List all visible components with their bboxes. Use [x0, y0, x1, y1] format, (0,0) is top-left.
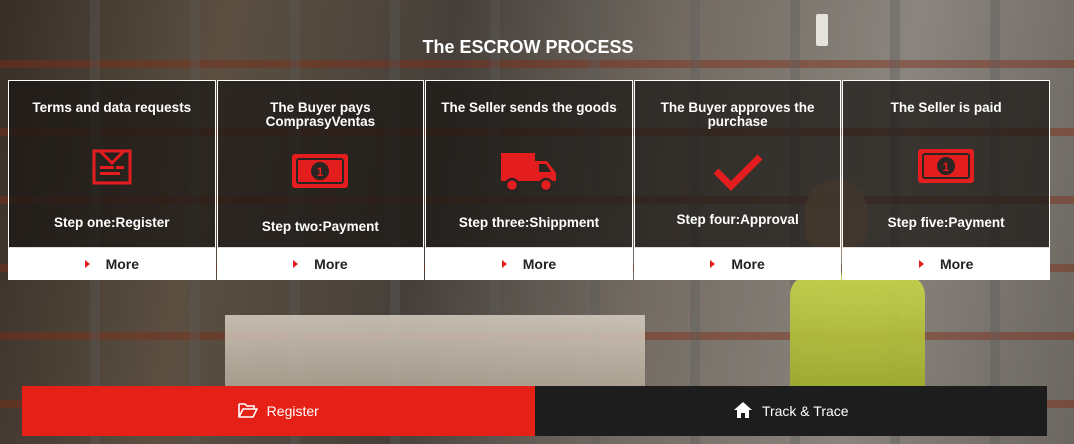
more-button[interactable]: More [217, 247, 424, 279]
caret-right-icon [293, 259, 299, 268]
more-button[interactable]: More [634, 247, 841, 279]
step-title: The Seller sends the goods [441, 100, 617, 115]
caret-right-icon [710, 259, 716, 268]
caret-right-icon [918, 259, 924, 268]
home-icon [733, 401, 753, 422]
money-bill-icon: 1 [917, 148, 975, 189]
track-trace-button[interactable]: Track & Trace [534, 386, 1047, 436]
step-title: The Buyer pays ComprasyVentas [265, 100, 376, 129]
money-bill-icon: 1 [291, 153, 349, 194]
more-button[interactable]: More [843, 247, 1049, 279]
step-title: The Buyer approves the purchase [660, 100, 815, 129]
truck-icon [500, 149, 558, 198]
step-label: Step one:Register [54, 215, 170, 230]
track-trace-label: Track & Trace [761, 403, 849, 419]
checkmark-icon [713, 153, 763, 196]
bottom-action-bar: Register Track & Trace [22, 386, 1047, 436]
svg-text:1: 1 [943, 160, 950, 174]
step-label: Step three:Shippment [458, 215, 600, 230]
step-label: Step four:Approval [676, 212, 799, 227]
step-title: Terms and data requests [32, 100, 192, 115]
step-card-4: The Buyer approves the purchase Step fou… [633, 80, 842, 280]
worker-vest-image [790, 275, 925, 390]
more-button[interactable]: More [426, 247, 632, 279]
step-card-2: The Buyer pays ComprasyVentas 1 Step two… [216, 80, 425, 280]
more-button[interactable]: More [9, 247, 215, 279]
section-title: The ESCROW PROCESS [422, 37, 634, 57]
folder-open-icon [237, 402, 258, 421]
document-list-icon [92, 147, 132, 192]
caret-right-icon [501, 259, 507, 268]
register-label: Register [266, 403, 319, 419]
caret-right-icon [84, 259, 90, 268]
svg-text:1: 1 [317, 165, 324, 179]
pallet-image [225, 315, 645, 390]
step-label: Step two:Payment [261, 219, 379, 234]
step-card-3: The Seller sends the goods Step three:Sh… [425, 80, 633, 280]
step-title: The Seller is paid [890, 100, 1002, 115]
step-label: Step five:Payment [887, 215, 1005, 230]
escrow-steps: Terms and data requests Step one:Registe… [8, 80, 1050, 280]
step-card-5: The Seller is paid 1 Step five:Payment M… [842, 80, 1050, 280]
step-card-1: Terms and data requests Step one:Registe… [8, 80, 216, 280]
register-button[interactable]: Register [22, 386, 535, 436]
